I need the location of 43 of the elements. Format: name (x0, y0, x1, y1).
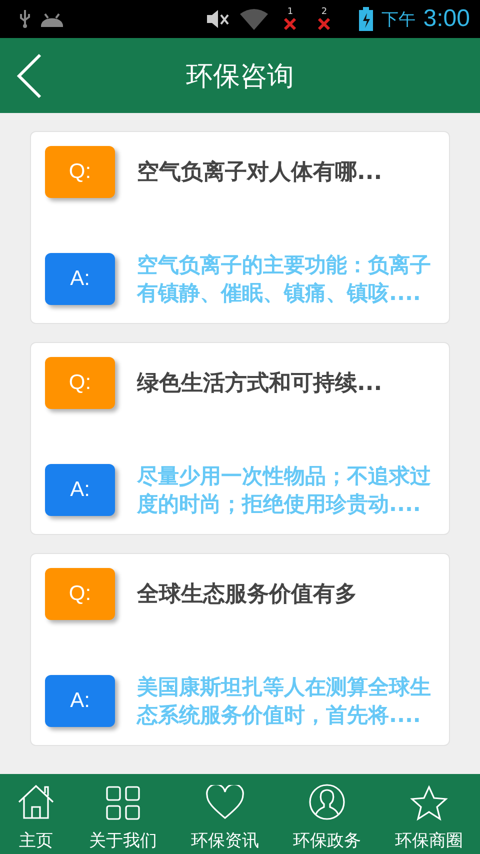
question-text: 全球生态服务价值有多 (137, 581, 357, 609)
qa-card[interactable]: Q: 全球生态服务价值有多 A: 美国康斯坦扎等人在测算全球生态系统服务价值时，首先将.... (30, 553, 450, 746)
time-period: 下午 (381, 8, 416, 30)
clock-time: 3:00 (423, 5, 470, 33)
question-text: 绿色生活方式和可持续... (137, 370, 382, 398)
nav-label: 关于我们 (89, 830, 157, 852)
sim-number: 1 (287, 7, 294, 17)
nav-item[interactable]: 主页 (17, 774, 55, 854)
back-icon[interactable] (16, 53, 42, 99)
page-title: 环保咨询 (186, 60, 294, 94)
question-label: Q: (45, 568, 115, 620)
user-icon (308, 783, 346, 821)
nav-label: 环保资讯 (191, 830, 259, 852)
android-icon (40, 11, 64, 27)
answer-label: A: (45, 675, 115, 727)
answer-text: 美国康斯坦扎等人在测算全球生态系统服务价值时，首先将.... (137, 674, 431, 729)
question-text: 空气负离子对人体有哪... (137, 159, 382, 187)
nav-label: 主页 (19, 830, 53, 852)
answer-text: 尽量少用一次性物品；不追求过度的时尚；拒绝使用珍贵动.... (137, 463, 431, 518)
question-label: Q: (45, 146, 115, 198)
qa-card[interactable]: Q: 空气负离子对人体有哪... A: 空气负离子的主要功能：负离子有镇静、催眠、镇痛、镇咳.... (30, 131, 450, 324)
mute-icon (205, 8, 232, 30)
no-signal-icon (317, 17, 332, 31)
no-signal-icon (283, 17, 298, 31)
home-icon (17, 783, 55, 821)
sim-number: 2 (321, 7, 328, 17)
answer-label: A: (45, 253, 115, 305)
wifi-icon (239, 8, 270, 30)
nav-item[interactable]: 环保资讯 (191, 774, 259, 854)
nav-label: 环保商圈 (395, 830, 463, 852)
star-icon (410, 785, 448, 821)
heart-icon (205, 785, 245, 821)
usb-icon (18, 9, 32, 29)
answer-label: A: (45, 464, 115, 516)
battery-icon (359, 7, 374, 31)
answer-text: 空气负离子的主要功能：负离子有镇静、催眠、镇痛、镇咳.... (137, 252, 431, 307)
question-label: Q: (45, 357, 115, 409)
nav-item[interactable]: 关于我们 (89, 774, 157, 854)
nav-label: 环保政务 (293, 830, 361, 852)
nav-item[interactable]: 环保政务 (293, 774, 361, 854)
nav-item[interactable]: 环保商圈 (395, 774, 463, 854)
qa-card[interactable]: Q: 绿色生活方式和可持续... A: 尽量少用一次性物品；不追求过度的时尚；拒绝使用珍贵动.... (30, 342, 450, 535)
grid-icon (105, 785, 141, 821)
